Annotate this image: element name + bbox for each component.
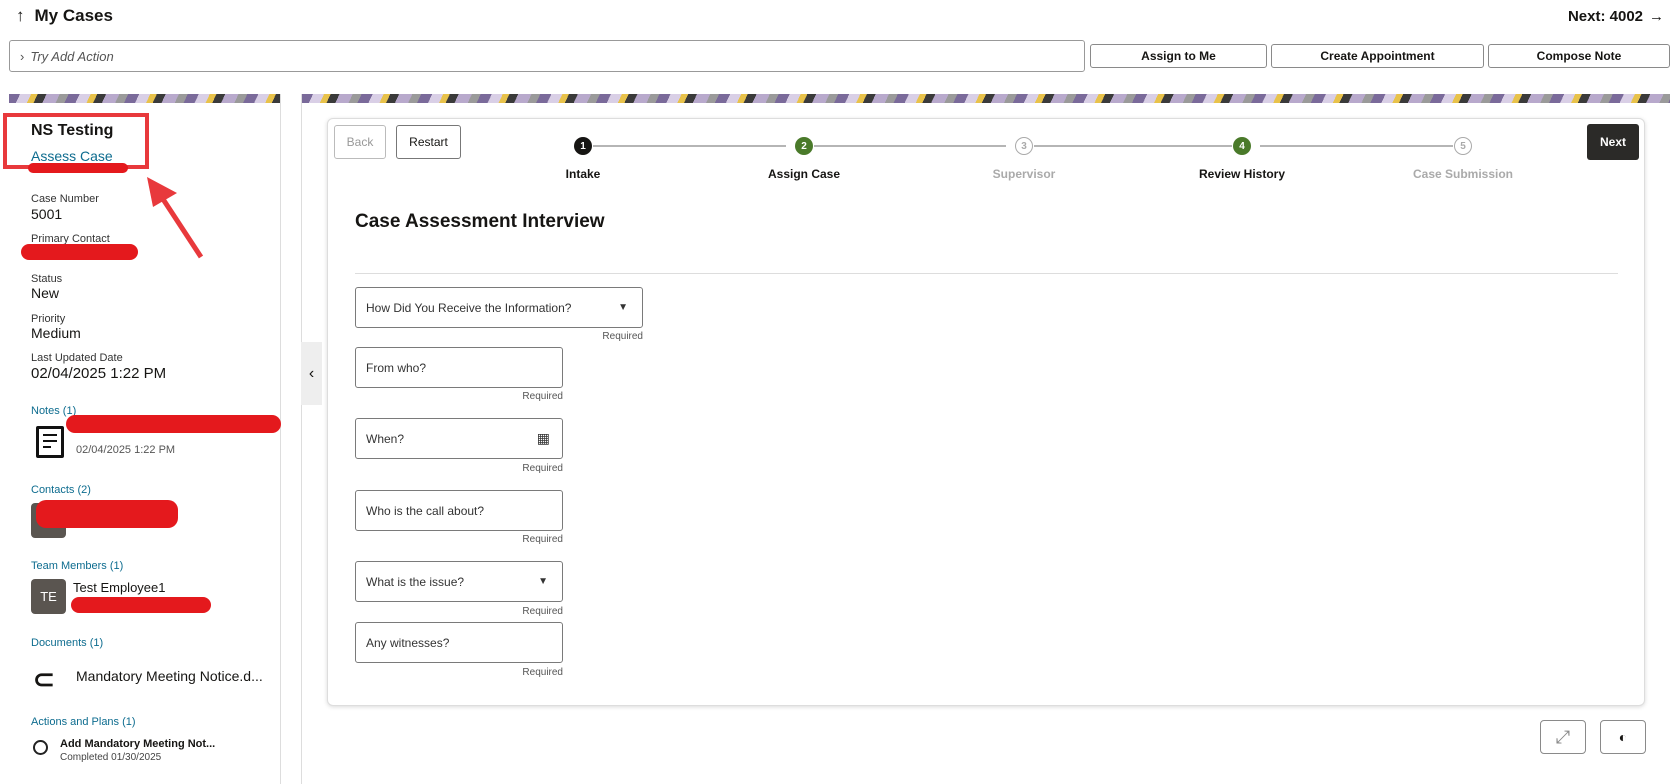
status-label: Status: [31, 273, 63, 285]
step-connector: [1260, 145, 1453, 147]
notes-section-title[interactable]: Notes (1): [31, 405, 76, 417]
next-button[interactable]: Next: [1587, 124, 1639, 160]
accessibility-view-button[interactable]: ◐: [1600, 720, 1646, 754]
field-label: When?: [366, 431, 405, 446]
from-who-input[interactable]: From who?: [355, 347, 563, 388]
field-label: Any witnesses?: [366, 635, 450, 650]
chevron-left-icon: ‹: [308, 364, 315, 382]
step-connector: [1034, 145, 1232, 147]
back-button[interactable]: Back: [334, 125, 386, 159]
required-hint: Required: [522, 534, 563, 545]
required-hint: Required: [522, 391, 563, 402]
last-updated-value: 02/04/2025 1:22 PM: [31, 365, 167, 382]
wizard-card: [327, 118, 1645, 706]
case-number-label: Case Number: [31, 193, 99, 205]
calendar-icon[interactable]: ▦: [537, 430, 550, 447]
field-label: From who?: [366, 360, 427, 375]
dropdown-arrow-icon: ▼: [618, 302, 628, 313]
status-value: New: [31, 285, 60, 301]
dropdown-arrow-icon: ▼: [538, 576, 548, 587]
add-action-input[interactable]: › Try Add Action: [9, 40, 1085, 72]
next-case-link[interactable]: Next: 4002 →: [1568, 8, 1664, 25]
add-action-placeholder: Try Add Action: [30, 48, 114, 64]
right-arrow-icon: →: [1649, 8, 1664, 25]
expand-icon: ⤢: [1555, 726, 1571, 747]
next-case-label: Next: 4002: [1567, 8, 1643, 25]
step-1-indicator[interactable]: 1: [574, 137, 592, 155]
paperclip-icon: ⊂: [33, 664, 55, 694]
witnesses-input[interactable]: Any witnesses?: [355, 622, 563, 663]
step-1-label: Intake: [565, 167, 601, 181]
restart-button[interactable]: Restart: [396, 125, 461, 159]
page-header: ↑ My Cases: [16, 6, 113, 26]
field-label: How Did You Receive the Information?: [366, 300, 572, 315]
when-date-input[interactable]: When? ▦: [355, 418, 563, 459]
actions-section-title[interactable]: Actions and Plans (1): [31, 716, 136, 728]
last-updated-label: Last Updated Date: [31, 352, 123, 364]
target-icon: [33, 740, 48, 755]
required-hint: Required: [602, 331, 643, 342]
documents-section-title[interactable]: Documents (1): [31, 637, 103, 649]
redaction: [28, 163, 128, 173]
step-2-label: Assign Case: [767, 167, 841, 181]
step-3-label: Supervisor: [992, 167, 1056, 181]
document-link[interactable]: Mandatory Meeting Notice.d...: [76, 668, 263, 684]
page-title: My Cases: [34, 6, 113, 25]
step-3-indicator[interactable]: 3: [1015, 137, 1033, 155]
redaction: [21, 244, 138, 260]
required-hint: Required: [522, 667, 563, 678]
up-arrow-icon[interactable]: ↑: [16, 6, 25, 26]
form-title: Case Assessment Interview: [355, 211, 605, 232]
step-4-label: Review History: [1198, 167, 1286, 181]
compose-note-button[interactable]: Compose Note: [1488, 44, 1670, 68]
chevron-right-icon: ›: [20, 48, 25, 64]
panel-banner: [9, 94, 280, 103]
highlight-box: [3, 113, 149, 169]
required-hint: Required: [522, 463, 563, 474]
priority-label: Priority: [31, 313, 66, 325]
step-5-indicator[interactable]: 5: [1454, 137, 1472, 155]
step-connector: [593, 145, 786, 147]
step-4-indicator[interactable]: 4: [1233, 137, 1251, 155]
redaction: [66, 415, 281, 433]
issue-select[interactable]: What is the issue? ▼: [355, 561, 563, 602]
team-member-avatar: TE: [31, 579, 66, 614]
call-about-input[interactable]: Who is the call about?: [355, 490, 563, 531]
redaction: [71, 597, 211, 613]
action-plan-status: Completed 01/30/2025: [60, 752, 162, 763]
action-plan-link[interactable]: Add Mandatory Meeting Not...: [60, 738, 215, 750]
eye-icon: ◐: [1618, 729, 1628, 745]
expand-button[interactable]: ⤢: [1540, 720, 1586, 754]
team-section-title[interactable]: Team Members (1): [31, 560, 123, 572]
step-2-indicator[interactable]: 2: [795, 137, 813, 155]
annotation-arrow-icon: [147, 177, 204, 259]
redaction: [36, 500, 178, 528]
priority-value: Medium: [31, 325, 81, 341]
field-label: Who is the call about?: [366, 503, 485, 518]
divider: [355, 273, 1618, 274]
receive-info-select[interactable]: How Did You Receive the Information? ▼: [355, 287, 643, 328]
note-date: 02/04/2025 1:22 PM: [76, 444, 176, 456]
contacts-section-title[interactable]: Contacts (2): [31, 484, 91, 496]
assign-to-me-button[interactable]: Assign to Me: [1090, 44, 1267, 68]
step-5-label: Case Submission: [1412, 167, 1514, 181]
field-label: What is the issue?: [366, 574, 465, 589]
case-number-value: 5001: [31, 206, 63, 222]
required-hint: Required: [522, 606, 563, 617]
collapse-panel-button[interactable]: ‹: [301, 342, 322, 405]
panel-banner: [302, 94, 1670, 103]
note-icon: [36, 426, 64, 458]
create-appointment-button[interactable]: Create Appointment: [1271, 44, 1484, 68]
team-member-name[interactable]: Test Employee1: [73, 580, 166, 595]
step-connector: [814, 145, 1006, 147]
